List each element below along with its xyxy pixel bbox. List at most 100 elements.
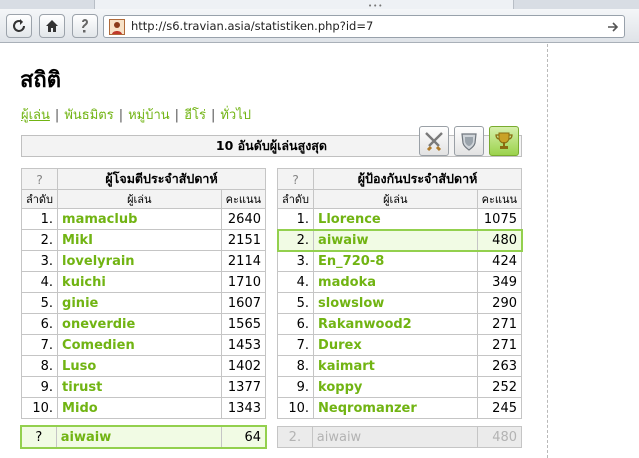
points-cell: 1402 — [220, 355, 267, 377]
address-bar[interactable]: http://s6.travian.asia/statistiken.php?i… — [103, 15, 625, 38]
player-cell: Neqromanzer — [313, 397, 478, 419]
player-link[interactable]: koppy — [318, 380, 362, 395]
table-row: 6. Rakanwood2 271 — [276, 313, 523, 335]
own-player[interactable]: aiwaiw — [57, 427, 223, 447]
player-link[interactable]: Comedien — [62, 338, 135, 353]
rank-cell: 2. — [276, 229, 315, 251]
points-cell: 349 — [476, 271, 523, 293]
rank-cell: 9. — [20, 376, 59, 398]
table-row: 4. kuichi 1710 — [20, 271, 267, 293]
home-icon — [46, 20, 58, 32]
rank-cell: 9. — [276, 376, 315, 398]
player-cell: Mido — [57, 397, 222, 419]
player-link[interactable]: aiwaiw — [318, 233, 368, 248]
points-cell: 252 — [476, 376, 523, 398]
rank-cell: 4. — [276, 271, 315, 293]
info-icon — [82, 19, 89, 33]
table-row: 4. madoka 349 — [276, 271, 523, 293]
attackers-table: ? ผู้โจมตีประจำสัปดาห์ ลำดับ ผู้เล่น คะแ… — [20, 168, 267, 419]
table-row: 7. Durex 271 — [276, 334, 523, 356]
window-tabstrip: ••• — [0, 0, 639, 10]
player-cell: kuichi — [57, 271, 222, 293]
nav-separator: | — [210, 108, 216, 123]
help-icon[interactable]: ? — [20, 168, 59, 190]
points-cell: 424 — [476, 250, 523, 272]
player-cell: slowslow — [313, 292, 478, 314]
player-link[interactable]: lovelyrain — [62, 254, 135, 269]
player-link[interactable]: mamaclub — [62, 212, 137, 227]
nav-heroes[interactable]: ฮีโร่ — [184, 108, 206, 123]
go-icon[interactable] — [606, 20, 620, 34]
player-cell: Luso — [57, 355, 222, 377]
browser-tab[interactable] — [94, 0, 514, 9]
player-link[interactable]: ginie — [62, 296, 98, 311]
own-rank: 2. — [278, 427, 313, 447]
rank-cell: 4. — [20, 271, 59, 293]
trophy-icon — [495, 132, 513, 149]
player-link[interactable]: Mido — [62, 401, 98, 416]
back-button[interactable] — [6, 14, 32, 38]
own-points: 64 — [244, 429, 262, 445]
col-player: ผู้เล่น — [57, 189, 222, 209]
info-button[interactable] — [72, 14, 98, 38]
rank-cell: 5. — [276, 292, 315, 314]
player-link[interactable]: Durex — [318, 338, 362, 353]
player-cell: Comedien — [57, 334, 222, 356]
table-row: 2. MikI 2151 — [20, 229, 267, 251]
player-link[interactable]: Rakanwood2 — [318, 317, 412, 332]
defenders-tab-button[interactable] — [454, 126, 484, 156]
player-cell: mamaclub — [57, 208, 222, 230]
rank-cell: 5. — [20, 292, 59, 314]
attackers-tab-button[interactable] — [419, 126, 449, 156]
rank-cell: 10. — [276, 397, 315, 419]
player-cell: Llorence — [313, 208, 478, 230]
table-row: 2. aiwaiw 480 — [276, 228, 523, 252]
stats-subnav: ผู้เล่น | พันธมิตร | หมู่บ้าน | ฮีโร่ | ทั่วไป — [21, 104, 251, 125]
player-link[interactable]: tirust — [62, 380, 102, 395]
player-cell: oneverdie — [57, 313, 222, 335]
table-row: 5. ginie 1607 — [20, 292, 267, 314]
player-link[interactable]: kaimart — [318, 359, 375, 374]
url-text[interactable]: http://s6.travian.asia/statistiken.php?i… — [131, 19, 373, 33]
defenders-own-row: 2. aiwaiw 480 — [277, 426, 522, 448]
player-cell: lovelyrain — [57, 250, 222, 272]
points-cell: 2640 — [220, 208, 267, 230]
top10-tab-button[interactable] — [489, 126, 519, 156]
home-button[interactable] — [39, 14, 65, 38]
player-link[interactable]: oneverdie — [62, 317, 135, 332]
rank-cell: 1. — [20, 208, 59, 230]
player-link[interactable]: Luso — [62, 359, 96, 374]
player-cell: tirust — [57, 376, 222, 398]
player-link[interactable]: Neqromanzer — [318, 401, 417, 416]
nav-villages[interactable]: หมู่บ้าน — [128, 108, 170, 123]
back-icon — [13, 19, 25, 32]
nav-general[interactable]: ทั่วไป — [220, 108, 251, 123]
points-cell: 1377 — [220, 376, 267, 398]
player-cell: Rakanwood2 — [313, 313, 478, 335]
rank-cell: 7. — [276, 334, 315, 356]
points-cell: 263 — [476, 355, 523, 377]
player-link[interactable]: slowslow — [318, 296, 384, 311]
table-row: 10. Mido 1343 — [20, 397, 267, 419]
own-rank: ? — [22, 427, 57, 447]
points-cell: 2151 — [220, 229, 267, 251]
help-icon[interactable]: ? — [276, 168, 315, 190]
points-cell: 1075 — [476, 208, 523, 230]
own-player: aiwaiw — [313, 427, 479, 447]
table-row: 7. Comedien 1453 — [20, 334, 267, 356]
player-link[interactable]: En_720-8 — [318, 254, 384, 269]
player-cell: En_720-8 — [313, 250, 478, 272]
rank-cell: 3. — [276, 250, 315, 272]
player-link[interactable]: kuichi — [62, 275, 106, 290]
player-cell: Durex — [313, 334, 478, 356]
nav-alliances[interactable]: พันธมิตร — [64, 108, 113, 123]
player-link[interactable]: Llorence — [318, 212, 381, 227]
player-link[interactable]: MikI — [62, 233, 93, 248]
nav-players[interactable]: ผู้เล่น — [21, 108, 50, 123]
player-cell: aiwaiw — [313, 229, 478, 251]
table-row: 5. slowslow 290 — [276, 292, 523, 314]
rank-cell: 8. — [20, 355, 59, 377]
player-link[interactable]: madoka — [318, 275, 376, 290]
points-cell: 1343 — [220, 397, 267, 419]
player-cell: madoka — [313, 271, 478, 293]
